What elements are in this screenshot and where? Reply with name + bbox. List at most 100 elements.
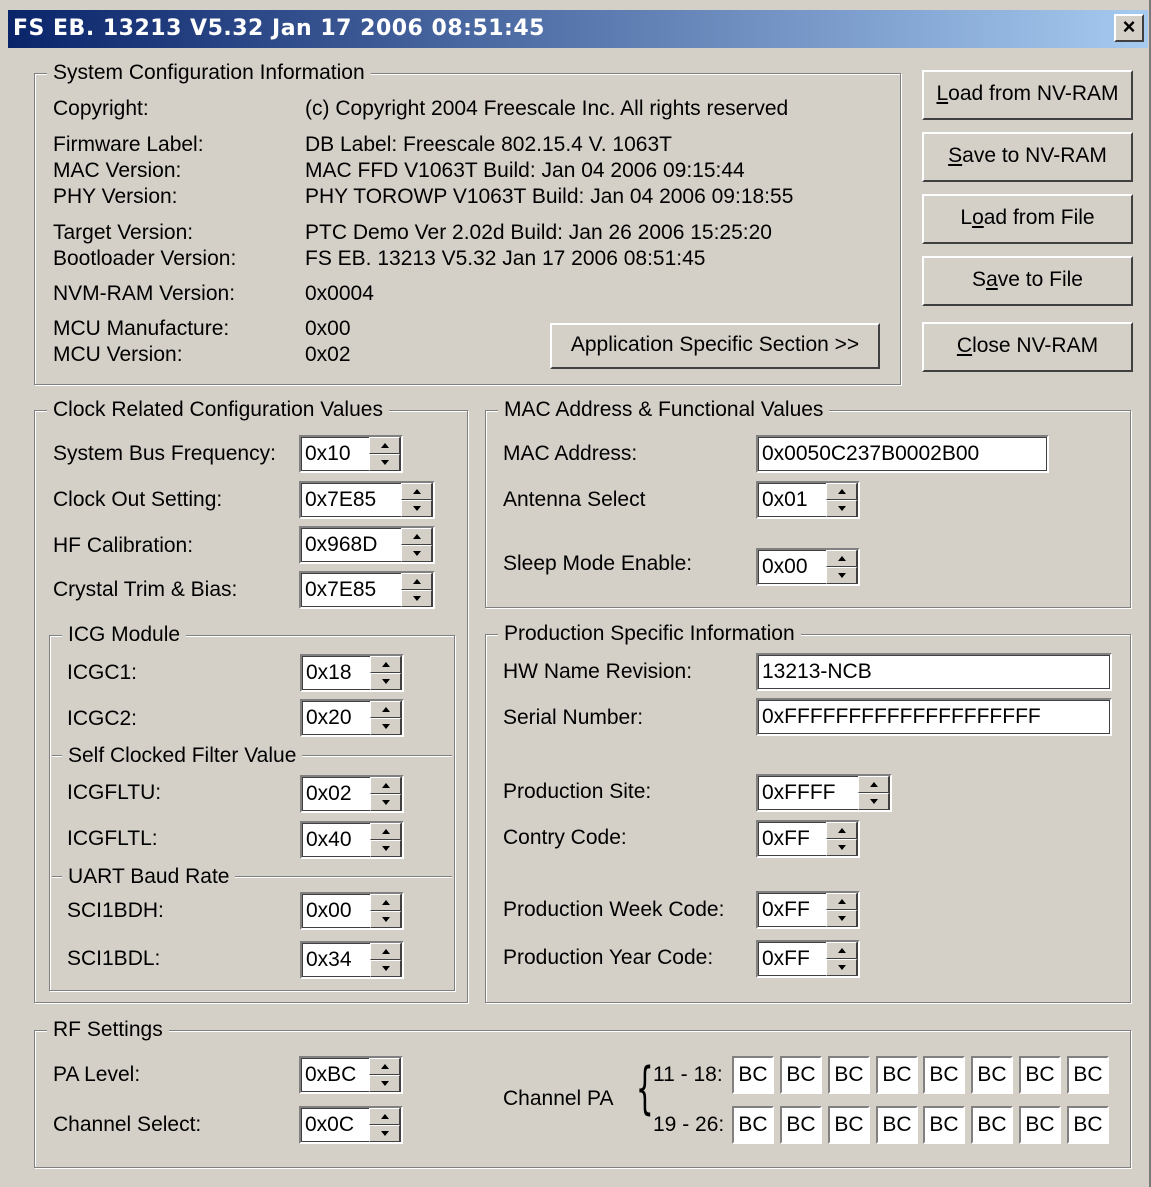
spin-up-icon[interactable] [826, 893, 857, 910]
production-info-group: Production Specific Information HW Name … [485, 622, 1131, 1003]
spin-up-icon[interactable] [369, 437, 400, 454]
spin-down-icon[interactable] [826, 910, 857, 927]
icgfltu-label: ICGFLTU: [67, 781, 162, 804]
spin-up-icon[interactable] [826, 942, 857, 959]
spin-up-icon[interactable] [826, 822, 857, 839]
uart-baud-rate-separator: UART Baud Rate [52, 865, 452, 889]
spin-down-icon[interactable] [370, 794, 401, 811]
mcu-manufacture-value: 0x00 [305, 317, 351, 340]
clock-out-setting-label: Clock Out Setting: [53, 488, 223, 511]
close-button[interactable]: × [1114, 14, 1144, 42]
copyright-label: Copyright: [53, 97, 149, 120]
channel-pa-cell[interactable]: BC [732, 1056, 774, 1094]
firmware-label-value: DB Label: Freescale 802.15.4 V. 1063T [305, 133, 672, 156]
spin-up-icon[interactable] [858, 776, 889, 793]
spin-up-icon[interactable] [401, 528, 432, 545]
spin-up-icon[interactable] [370, 656, 401, 673]
spin-down-icon[interactable] [370, 960, 401, 977]
channel-select-label: Channel Select: [53, 1113, 202, 1136]
sci1bdh-spinner[interactable] [370, 894, 401, 928]
icg-module-legend: ICG Module [62, 623, 187, 647]
hw-name-revision-label: HW Name Revision: [503, 660, 693, 683]
channel-pa-cell[interactable]: BC [780, 1106, 822, 1144]
phy-version-value: PHY TOROWP V1063T Build: Jan 04 2006 09:… [305, 185, 794, 208]
sleep-mode-enable-spinner[interactable] [826, 550, 857, 584]
antenna-select-spinner[interactable] [826, 483, 857, 517]
spin-down-icon[interactable] [826, 839, 857, 856]
spin-down-icon[interactable] [826, 959, 857, 976]
spin-up-icon[interactable] [826, 483, 857, 500]
spin-down-icon[interactable] [401, 590, 432, 607]
pa-level-label: PA Level: [53, 1063, 141, 1086]
spin-down-icon[interactable] [369, 1125, 400, 1142]
spin-up-icon[interactable] [370, 701, 401, 718]
channel-pa-cell[interactable]: BC [876, 1056, 918, 1094]
save-to-nv-ram-button[interactable]: Save to NV-RAM [922, 132, 1133, 182]
channel-pa-cell[interactable]: BC [971, 1106, 1013, 1144]
spin-up-icon[interactable] [370, 894, 401, 911]
spin-up-icon[interactable] [369, 1058, 400, 1075]
channel-pa-cell[interactable]: BC [923, 1056, 965, 1094]
close-nv-ram-button[interactable]: Close NV-RAM [922, 322, 1133, 372]
system-bus-frequency-label: System Bus Frequency: [53, 442, 276, 465]
save-to-file-button[interactable]: Save to File [922, 256, 1133, 306]
channel-pa-cell[interactable]: BC [876, 1106, 918, 1144]
channel-pa-cell[interactable]: BC [923, 1106, 965, 1144]
load-from-nv-ram-button[interactable]: Load from NV-RAM [922, 70, 1133, 120]
spin-down-icon[interactable] [370, 673, 401, 690]
channel-pa-cell[interactable]: BC [1019, 1056, 1061, 1094]
channel-pa-cell[interactable]: BC [1067, 1106, 1109, 1144]
spin-down-icon[interactable] [369, 454, 400, 471]
icgfltl-spinner[interactable] [370, 823, 401, 857]
production-year-code-spinner[interactable] [826, 942, 857, 976]
load-from-file-button[interactable]: Load from File [922, 194, 1133, 244]
spin-up-icon[interactable] [370, 777, 401, 794]
production-week-code-spinner[interactable] [826, 893, 857, 927]
spin-up-icon[interactable] [826, 550, 857, 567]
target-version-value: PTC Demo Ver 2.02d Build: Jan 26 2006 15… [305, 221, 772, 244]
spin-down-icon[interactable] [826, 567, 857, 584]
channel-pa-cell[interactable]: BC [732, 1106, 774, 1144]
hf-calibration-label: HF Calibration: [53, 534, 194, 557]
channel-pa-cell[interactable]: BC [780, 1056, 822, 1094]
crystal-trim-bias-spinner[interactable] [401, 573, 432, 607]
hw-name-revision-field[interactable]: 13213-NCB [756, 653, 1112, 691]
spin-up-icon[interactable] [370, 943, 401, 960]
application-specific-section-button[interactable]: Application Specific Section >> [550, 323, 880, 369]
spin-up-icon[interactable] [369, 1108, 400, 1125]
spin-up-icon[interactable] [401, 573, 432, 590]
icgc2-spinner[interactable] [370, 701, 401, 735]
sci1bdl-spinner[interactable] [370, 943, 401, 977]
icgfltu-spinner[interactable] [370, 777, 401, 811]
spin-down-icon[interactable] [370, 718, 401, 735]
spin-up-icon[interactable] [370, 823, 401, 840]
spin-down-icon[interactable] [369, 1075, 400, 1092]
serial-number-field[interactable]: 0xFFFFFFFFFFFFFFFFFFFF [756, 698, 1112, 736]
channel-pa-cell[interactable]: BC [1067, 1056, 1109, 1094]
nvm-ram-version-value: 0x0004 [305, 282, 374, 305]
icgfltl-label: ICGFLTL: [67, 827, 158, 850]
spin-down-icon[interactable] [401, 500, 432, 517]
system-bus-frequency-spinner[interactable] [369, 437, 400, 471]
icgc1-spinner[interactable] [370, 656, 401, 690]
mac-address-field[interactable]: 0x0050C237B0002B00 [756, 435, 1049, 473]
spin-down-icon[interactable] [370, 840, 401, 857]
channel-pa-cell[interactable]: BC [971, 1056, 1013, 1094]
channel-pa-cell[interactable]: BC [828, 1106, 870, 1144]
spin-down-icon[interactable] [858, 793, 889, 810]
production-site-spinner[interactable] [858, 776, 889, 810]
country-code-spinner[interactable] [826, 822, 857, 856]
antenna-select-label: Antenna Select [503, 488, 646, 511]
crystal-trim-bias-label: Crystal Trim & Bias: [53, 578, 238, 601]
pa-level-spinner[interactable] [369, 1058, 400, 1092]
hf-calibration-spinner[interactable] [401, 528, 432, 562]
spin-down-icon[interactable] [826, 500, 857, 517]
channel-pa-cell[interactable]: BC [1019, 1106, 1061, 1144]
spin-up-icon[interactable] [401, 483, 432, 500]
nv-ram-dialog: FS EB. 13213 V5.32 Jan 17 2006 08:51:45 … [0, 0, 1151, 1187]
channel-select-spinner[interactable] [369, 1108, 400, 1142]
spin-down-icon[interactable] [370, 911, 401, 928]
spin-down-icon[interactable] [401, 545, 432, 562]
channel-pa-cell[interactable]: BC [828, 1056, 870, 1094]
clock-out-setting-spinner[interactable] [401, 483, 432, 517]
